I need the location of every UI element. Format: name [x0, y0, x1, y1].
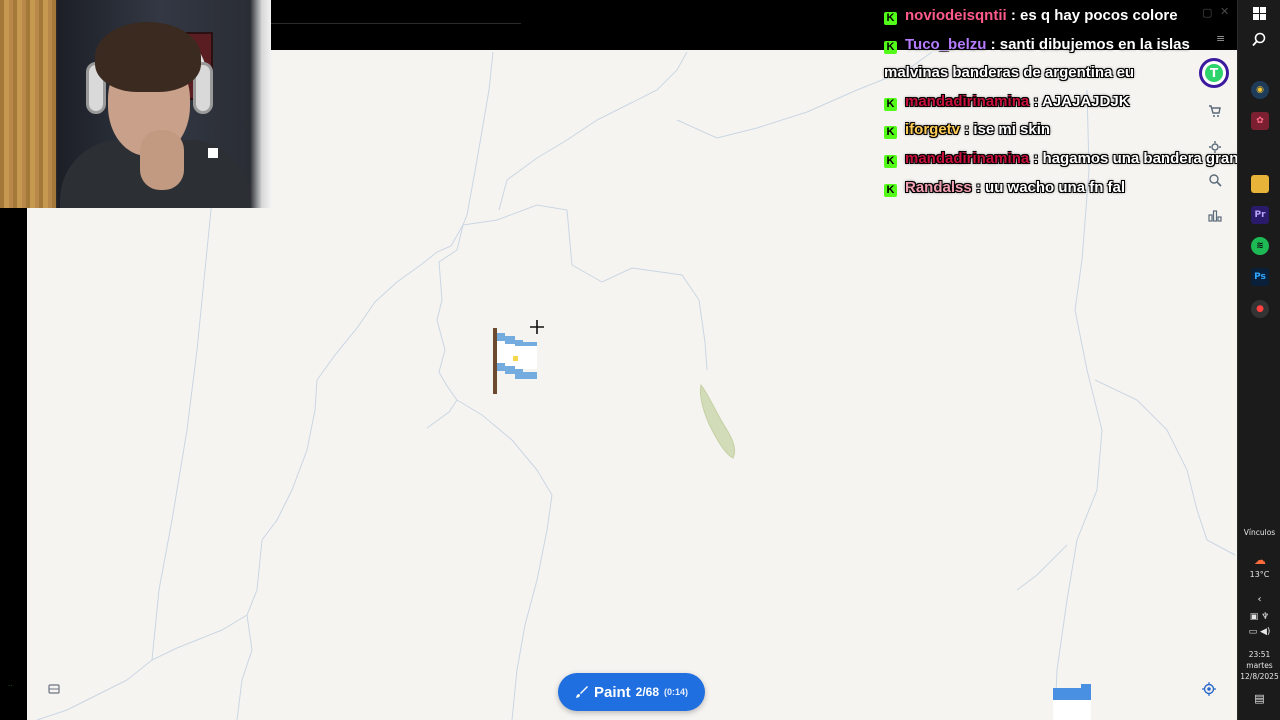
- file-explorer-icon[interactable]: [1251, 175, 1269, 193]
- profile-avatar[interactable]: T: [1199, 58, 1229, 88]
- search-map-icon[interactable]: [1206, 173, 1224, 191]
- partial-flag-pixel-art: [1053, 684, 1091, 720]
- kick-badge-icon: K: [884, 126, 897, 140]
- clock-date: 12/8/2025: [1240, 672, 1279, 681]
- kick-badge-icon: K: [884, 12, 897, 25]
- paint-cooldown: (0:14): [664, 687, 689, 697]
- clock-day: martes: [1246, 661, 1273, 670]
- windows-start-icon[interactable]: [1253, 7, 1266, 20]
- temperature: 13°C: [1249, 570, 1270, 579]
- kick-badge-icon: K: [884, 183, 897, 197]
- left-edge: ··: [0, 208, 27, 720]
- paint-label: Paint: [593, 683, 631, 701]
- left-edge-dots: ··: [8, 682, 13, 690]
- kick-badge-icon: K: [884, 40, 897, 54]
- weather-icon[interactable]: ☁: [1251, 551, 1269, 569]
- taskbar-search-icon[interactable]: [1252, 32, 1267, 47]
- chat-text: AJAJAJDJK: [1042, 92, 1130, 110]
- chat-username: Randalss: [905, 178, 972, 196]
- chat-text: uu wacho una fn fal: [985, 178, 1126, 196]
- shop-cart-icon[interactable]: [1206, 104, 1224, 122]
- chat-username: mandadirinamina: [905, 92, 1030, 110]
- brush-icon: [575, 686, 588, 698]
- chat-text: es q hay pocos colore: [1020, 7, 1178, 24]
- minimize-icon[interactable]: ▢: [1202, 6, 1212, 19]
- premiere-pro-icon[interactable]: Pr: [1251, 206, 1269, 224]
- layers-icon[interactable]: [44, 682, 64, 702]
- spotify-icon[interactable]: ≋: [1251, 237, 1269, 255]
- pinned-app-icon[interactable]: ✿: [1251, 112, 1269, 130]
- kick-badge-icon: K: [884, 97, 897, 111]
- locate-me-icon[interactable]: [1199, 681, 1219, 701]
- argentina-flag-pixel-art: [493, 328, 537, 394]
- chrome-app-icon[interactable]: ◉: [1251, 81, 1269, 99]
- leaderboard-icon[interactable]: [1206, 208, 1224, 226]
- chat-username: iforgetv: [905, 121, 961, 139]
- obs-record-icon[interactable]: ●: [1251, 300, 1269, 318]
- screen: ·· Knoviodeisqntii : es q hay pocos colo…: [0, 0, 1280, 720]
- links-label[interactable]: Vínculos: [1238, 528, 1280, 538]
- chat-message: K Tuco_belzu : santi dibujemos en la isla…: [884, 35, 1190, 82]
- chat-username: mandadirinamina: [905, 149, 1030, 167]
- settings-gear-icon[interactable]: [1206, 140, 1224, 158]
- paint-button[interactable]: Paint 2/68 (0:14): [558, 673, 705, 711]
- chat-text: ise mi skin: [973, 121, 1051, 139]
- crosshair-cursor-icon: [530, 320, 544, 334]
- close-icon[interactable]: ✕: [1220, 5, 1229, 18]
- paint-charges: 2/68: [635, 685, 660, 699]
- photoshop-icon[interactable]: Ps: [1251, 268, 1269, 286]
- chat-username: Tuco_belzu: [905, 35, 987, 53]
- webcam-overlay: [0, 0, 271, 208]
- network-volume-icons[interactable]: ▭ ◀): [1238, 627, 1280, 637]
- notifications-icon[interactable]: ▤: [1238, 693, 1280, 704]
- system-tray-icons[interactable]: ▣ ♆: [1238, 612, 1280, 622]
- menu-icon[interactable]: ≡: [1216, 32, 1225, 45]
- clock-time[interactable]: 23:51: [1238, 650, 1280, 660]
- kick-badge-icon: K: [884, 154, 897, 168]
- windows-taskbar: ◉ ✿ Pr ≋ Ps ● Vínculos ☁ 13°C ‹ ▣ ♆ ▭ ◀)…: [1237, 0, 1280, 720]
- chevron-left-icon[interactable]: ‹: [1238, 595, 1280, 605]
- chat-username: noviodeisqntii: [905, 7, 1007, 24]
- avatar-icon: T: [1205, 64, 1223, 82]
